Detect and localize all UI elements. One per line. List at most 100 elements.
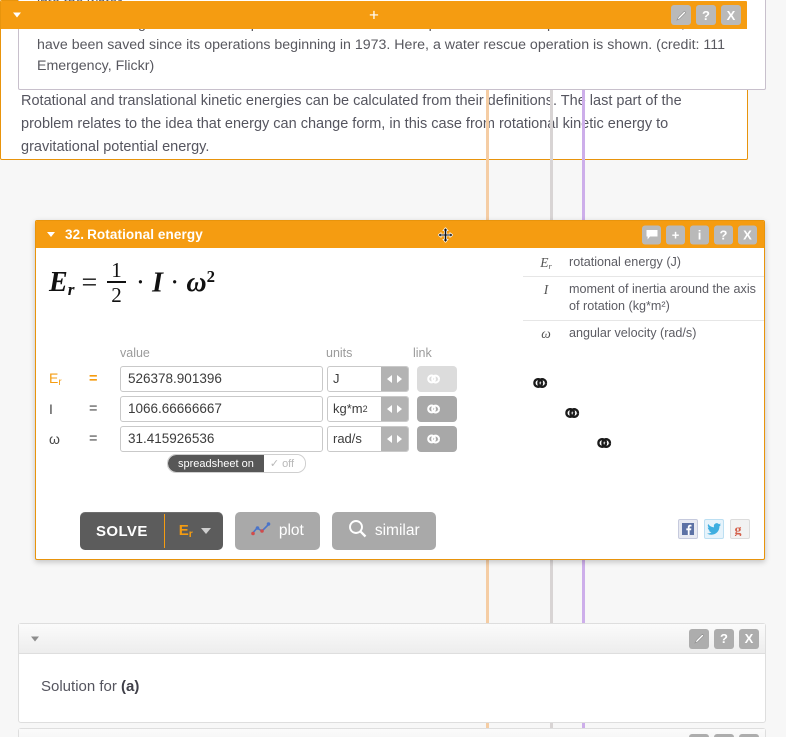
- collapse-caret-icon[interactable]: [47, 232, 55, 237]
- legend-description: angular velocity (rad/s): [569, 326, 697, 340]
- solution-section-body: Solution for (a): [19, 654, 765, 720]
- units-text: kg*m 2: [333, 401, 368, 416]
- spreadsheet-on-option[interactable]: spreadsheet on: [168, 455, 264, 472]
- facebook-icon[interactable]: [678, 519, 698, 539]
- units-selector-Er[interactable]: J: [327, 365, 409, 392]
- units-text: rad/s: [333, 431, 362, 446]
- close-icon[interactable]: X: [721, 5, 741, 25]
- link-toggle-Er[interactable]: [417, 365, 457, 392]
- link-toggle-I[interactable]: [417, 395, 457, 422]
- linked-chain-icon-I[interactable]: [565, 406, 587, 425]
- units-arrows-icon[interactable]: [381, 396, 408, 421]
- input-row-Er: Er = J: [49, 364, 764, 393]
- solve-button-group[interactable]: SOLVE Er: [80, 512, 223, 550]
- add-icon[interactable]: +: [666, 225, 685, 244]
- help-icon[interactable]: ?: [714, 628, 734, 649]
- legend-symbol: I: [543, 282, 549, 297]
- value-input-omega[interactable]: [120, 425, 323, 452]
- column-headers: value units link: [49, 346, 764, 364]
- chevron-down-icon[interactable]: [200, 528, 211, 534]
- rotational-energy-calculator[interactable]: 32. Rotational energy + i ? X Er = 1 2 ·…: [35, 220, 765, 560]
- spreadsheet-off-option[interactable]: ✓ off: [263, 455, 306, 472]
- legend-description: rotational energy (J): [569, 255, 681, 269]
- legend-row: ω angular velocity (rad/s): [523, 321, 764, 347]
- units-selector-I[interactable]: kg*m 2: [327, 395, 409, 422]
- comment-icon[interactable]: [642, 225, 661, 244]
- column-header-value: value: [120, 346, 150, 360]
- solve-variable-label[interactable]: Er: [165, 522, 201, 540]
- linked-chain-icon-omega[interactable]: [597, 436, 619, 455]
- close-icon[interactable]: X: [739, 628, 759, 649]
- formula-display: Er = 1 2 · I · ω2: [49, 260, 215, 308]
- edit-icon[interactable]: [689, 628, 709, 649]
- column-header-symbol: [49, 346, 89, 364]
- legend-row: I moment of inertia around the axis of r…: [523, 277, 764, 321]
- formula-var-I: I: [152, 267, 163, 299]
- column-header-link: link: [413, 346, 432, 360]
- formula-dot-2: ·: [169, 267, 180, 299]
- solution-section-header[interactable]: ? X: [19, 624, 765, 654]
- solution-label: Solution for: [41, 678, 122, 695]
- page-root: into the water. The second image shows a…: [0, 0, 786, 737]
- edit-icon[interactable]: [671, 5, 691, 25]
- check-icon: ✓: [269, 458, 280, 470]
- close-icon[interactable]: X: [739, 733, 759, 737]
- solve-button[interactable]: SOLVE: [80, 523, 164, 540]
- next-section-header[interactable]: ? X: [19, 729, 765, 737]
- column-header-equals: [89, 346, 120, 364]
- row-equals: =: [89, 400, 98, 417]
- calculator-name: Rotational energy: [87, 227, 203, 242]
- twitter-icon[interactable]: [704, 519, 724, 539]
- svg-text:g: g: [735, 523, 742, 536]
- column-header-units: units: [326, 346, 353, 360]
- next-section: ? X: [18, 728, 766, 737]
- value-input-I[interactable]: [120, 395, 323, 422]
- action-buttons: SOLVE Er plot similar: [80, 512, 436, 550]
- search-icon: [348, 519, 367, 543]
- similar-label: similar: [374, 522, 420, 539]
- formula-area: Er = 1 2 · I · ω2: [36, 248, 523, 346]
- spreadsheet-toggle[interactable]: spreadsheet on ✓ off: [167, 454, 307, 473]
- calculator-title-bar[interactable]: 32. Rotational energy + i ? X: [36, 221, 764, 248]
- row-symbol: I: [49, 400, 53, 417]
- info-icon[interactable]: i: [690, 225, 709, 244]
- row-symbol: ω: [49, 430, 60, 447]
- move-handle-icon[interactable]: [437, 226, 454, 243]
- input-row-omega: ω = rad/s: [49, 424, 764, 453]
- plot-icon: [251, 521, 271, 541]
- calculator-number: 32.: [65, 227, 85, 242]
- collapse-caret-icon[interactable]: [13, 12, 21, 18]
- solution-section: ? X Solution for (a): [18, 623, 766, 723]
- variable-legend: Er rotational energy (J) I moment of ine…: [523, 248, 764, 346]
- add-icon[interactable]: +: [369, 7, 379, 24]
- help-icon[interactable]: ?: [696, 5, 716, 25]
- close-icon[interactable]: X: [738, 225, 757, 244]
- legend-symbol: Er: [540, 255, 552, 271]
- formula-lhs: Er: [49, 267, 75, 300]
- formula-var-omega: ω2: [186, 267, 215, 299]
- plot-button[interactable]: plot: [234, 512, 320, 550]
- plot-label: plot: [278, 522, 304, 539]
- legend-description: moment of inertia around the axis of rot…: [569, 282, 756, 313]
- collapse-caret-icon[interactable]: [31, 636, 39, 641]
- linked-chain-icon-Er[interactable]: [533, 376, 555, 395]
- formula-dot-1: ·: [135, 267, 146, 299]
- row-symbol: Er: [49, 369, 62, 388]
- link-toggle-omega[interactable]: [417, 425, 457, 452]
- help-icon[interactable]: ?: [714, 225, 733, 244]
- strategy-section-header[interactable]: + ? X: [1, 1, 747, 29]
- units-text: J: [333, 371, 340, 386]
- google-plus-icon[interactable]: g: [730, 519, 750, 539]
- value-input-Er[interactable]: [120, 365, 323, 392]
- inputs-grid: value units link Er = J: [36, 346, 764, 476]
- solution-part: (a): [121, 678, 140, 695]
- input-row-I: I = kg*m2: [49, 394, 764, 423]
- similar-button[interactable]: similar: [331, 512, 436, 550]
- units-arrows-icon[interactable]: [381, 426, 408, 451]
- formula-equals: =: [81, 267, 98, 299]
- units-selector-omega[interactable]: rad/s: [327, 425, 409, 452]
- edit-icon[interactable]: [689, 733, 709, 737]
- help-icon[interactable]: ?: [714, 733, 734, 737]
- calculator-title: 32. Rotational energy: [65, 227, 203, 242]
- units-arrows-icon[interactable]: [381, 366, 408, 391]
